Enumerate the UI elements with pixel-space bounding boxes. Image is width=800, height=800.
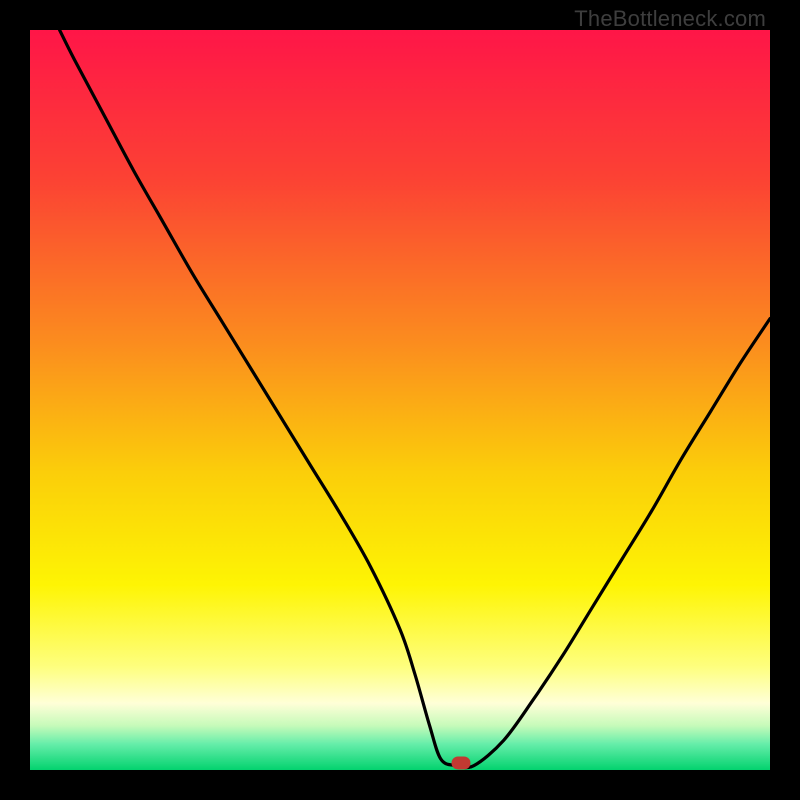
- optimum-marker: [451, 757, 470, 770]
- plot-area: [30, 30, 770, 770]
- curve-layer: [30, 30, 770, 770]
- bottleneck-curve: [60, 30, 770, 768]
- chart-frame: TheBottleneck.com: [0, 0, 800, 800]
- watermark-text: TheBottleneck.com: [574, 6, 766, 32]
